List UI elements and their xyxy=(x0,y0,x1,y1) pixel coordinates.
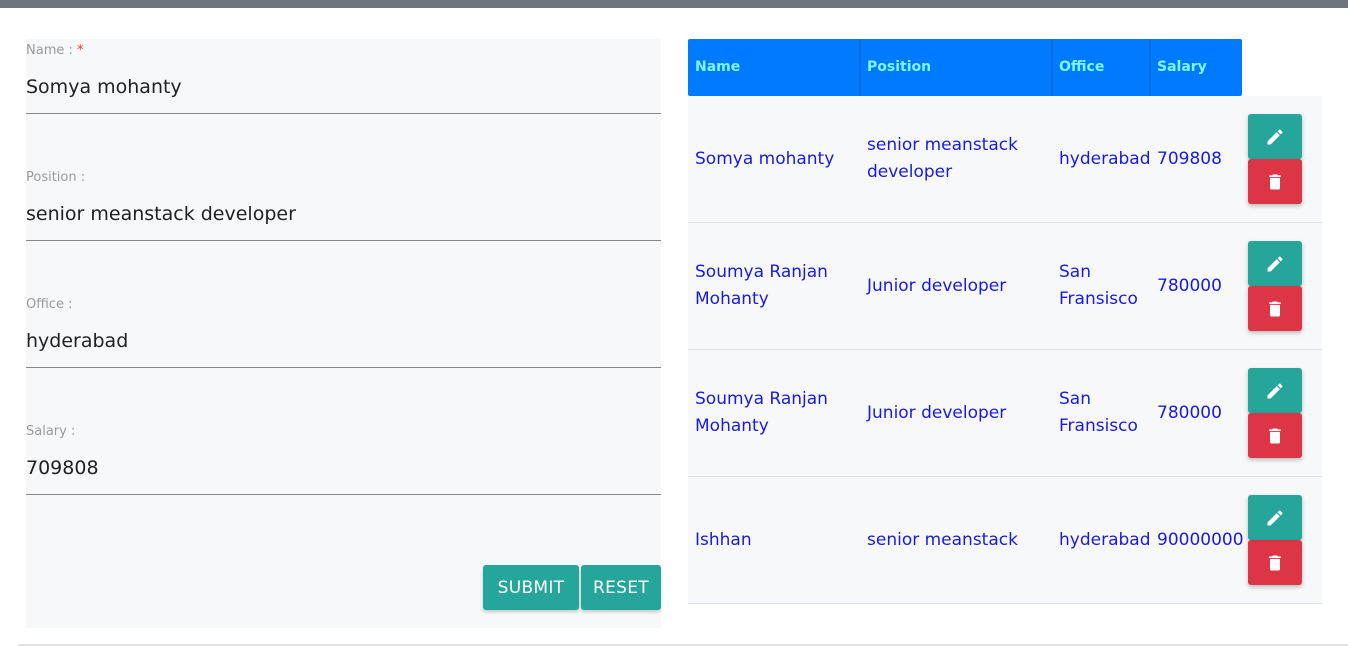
cell-position: Junior developer xyxy=(867,402,1007,423)
position-label: Position : xyxy=(26,170,86,185)
cell-position: Junior developer xyxy=(867,275,1007,296)
pencil-icon xyxy=(1267,509,1283,525)
name-label: Name : * xyxy=(26,43,84,58)
delete-button[interactable] xyxy=(1248,413,1302,458)
cell-name: Somya mohanty xyxy=(695,148,835,169)
reset-button[interactable]: RESET xyxy=(581,565,661,610)
table-row: Ishhan senior meanstack hyderabad 900000… xyxy=(688,477,1322,604)
delete-button[interactable] xyxy=(1248,159,1302,204)
cell-office: San Fransisco xyxy=(1059,389,1138,436)
pencil-icon xyxy=(1267,382,1283,398)
salary-label: Salary : xyxy=(26,424,76,439)
header-divider xyxy=(859,39,861,96)
position-field: Position : xyxy=(26,166,661,241)
edit-button[interactable] xyxy=(1248,495,1302,540)
table-header: Name Position Office Salary xyxy=(688,39,1242,96)
header-name: Name xyxy=(695,59,741,75)
header-divider xyxy=(1149,39,1151,96)
bottom-divider xyxy=(18,644,1348,646)
employee-form: Name : * Position : Office : Salary : SU… xyxy=(26,39,661,628)
cell-salary: 780000 xyxy=(1157,402,1222,423)
edit-button[interactable] xyxy=(1248,241,1302,286)
salary-input[interactable] xyxy=(26,454,646,482)
cell-position: senior meanstack xyxy=(867,529,1018,550)
cell-office: hyderabad xyxy=(1059,529,1151,550)
cell-salary: 709808 xyxy=(1157,148,1222,169)
cell-salary: 780000 xyxy=(1157,275,1222,296)
cell-office: San Fransisco xyxy=(1059,262,1138,309)
trash-icon xyxy=(1269,428,1281,443)
office-input[interactable] xyxy=(26,327,646,355)
table-row: Somya mohanty senior meanstack developer… xyxy=(688,96,1322,223)
pencil-icon xyxy=(1267,128,1283,144)
name-label-text: Name : xyxy=(26,43,73,58)
office-label: Office : xyxy=(26,297,73,312)
employee-table: Name Position Office Salary Somya mohant… xyxy=(688,39,1322,605)
salary-field: Salary : xyxy=(26,420,661,495)
trash-icon xyxy=(1269,174,1281,189)
header-divider xyxy=(1051,39,1053,96)
top-bar xyxy=(0,0,1348,8)
cell-name: Soumya Ranjan Mohanty xyxy=(695,262,828,309)
name-field: Name : * xyxy=(26,39,661,114)
cell-position: senior meanstack developer xyxy=(867,135,1018,182)
delete-button[interactable] xyxy=(1248,286,1302,331)
cell-salary: 90000000 xyxy=(1157,529,1244,550)
delete-button[interactable] xyxy=(1248,540,1302,585)
header-salary: Salary xyxy=(1157,59,1207,75)
position-input[interactable] xyxy=(26,200,646,228)
name-input[interactable] xyxy=(26,73,646,101)
edit-button[interactable] xyxy=(1248,368,1302,413)
table-row: Soumya Ranjan Mohanty Junior developer S… xyxy=(688,350,1322,477)
header-office: Office xyxy=(1059,59,1105,75)
edit-button[interactable] xyxy=(1248,114,1302,159)
required-asterisk: * xyxy=(77,43,84,58)
pencil-icon xyxy=(1267,255,1283,271)
cell-office: hyderabad xyxy=(1059,148,1151,169)
cell-name: Soumya Ranjan Mohanty xyxy=(695,389,828,436)
submit-button[interactable]: SUBMIT xyxy=(483,565,579,610)
office-field: Office : xyxy=(26,293,661,368)
trash-icon xyxy=(1269,301,1281,316)
cell-name: Ishhan xyxy=(695,529,752,550)
table-row: Soumya Ranjan Mohanty Junior developer S… xyxy=(688,223,1322,350)
trash-icon xyxy=(1269,555,1281,570)
header-position: Position xyxy=(867,59,932,75)
